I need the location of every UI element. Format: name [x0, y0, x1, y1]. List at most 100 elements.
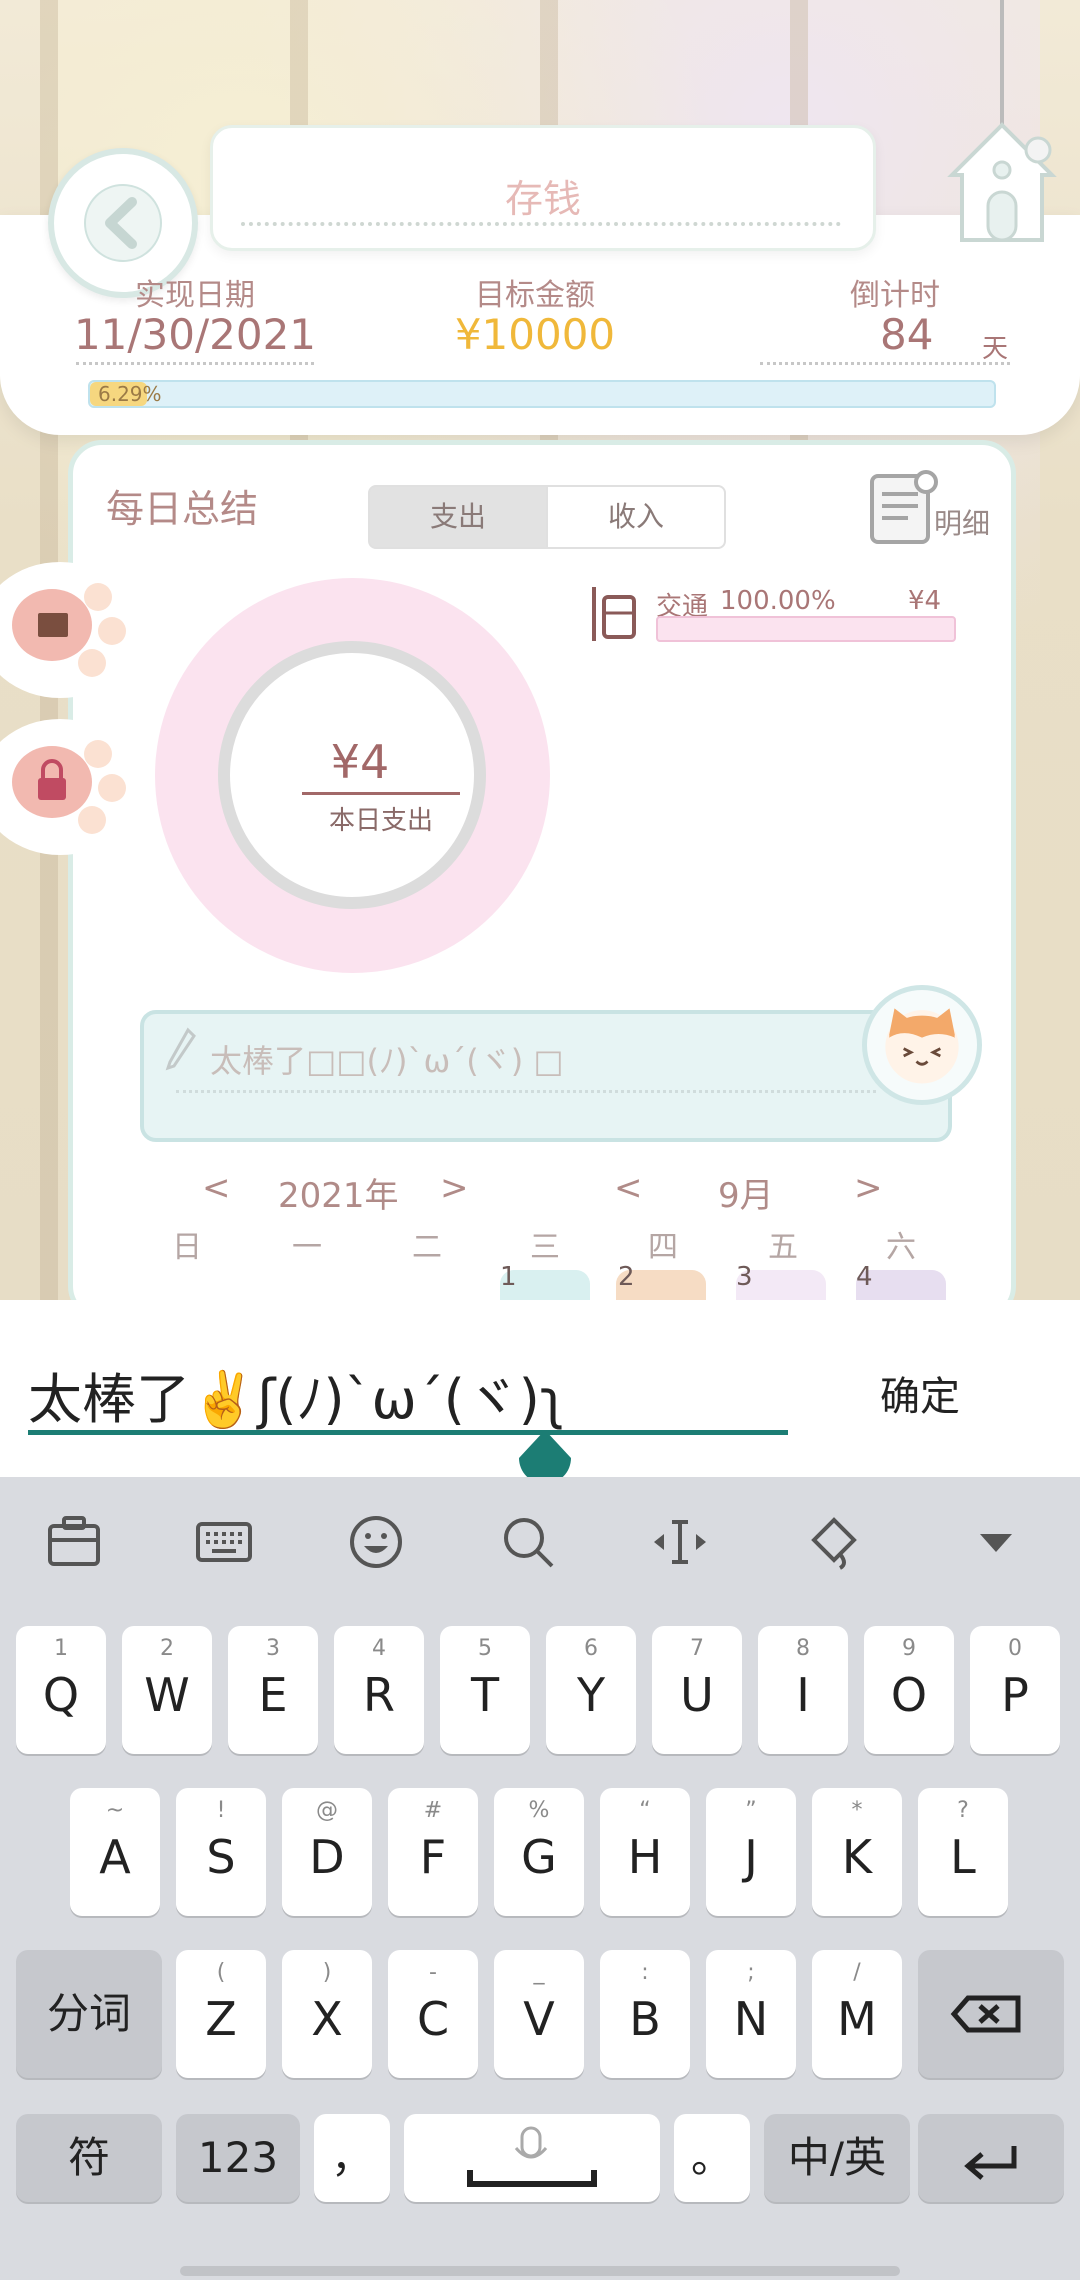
key-c[interactable]: -C	[388, 1950, 478, 2078]
comma-key[interactable]: ，	[314, 2114, 390, 2202]
key-hint: @	[316, 1798, 338, 1823]
key-j[interactable]: ” J	[706, 1788, 796, 1916]
key-i[interactable]: 8I	[758, 1626, 848, 1754]
collapse-icon[interactable]	[964, 1510, 1028, 1574]
number-key[interactable]: 123	[176, 2114, 300, 2202]
key-u[interactable]: 7U	[652, 1626, 742, 1754]
key-d[interactable]: @ D	[282, 1788, 372, 1916]
paw-lock-button[interactable]	[0, 712, 145, 857]
target-value: ¥10000	[454, 310, 616, 359]
key-b[interactable]: :B	[600, 1950, 690, 2078]
key-p[interactable]: 0P	[970, 1626, 1060, 1754]
segment-key[interactable]: 分词	[16, 1950, 162, 2078]
key-label: X	[311, 1992, 343, 2046]
day-number: 2	[618, 1262, 635, 1292]
period-key[interactable]: 。	[674, 2114, 750, 2202]
key-l[interactable]: ? L	[918, 1788, 1008, 1916]
key-label: D	[309, 1830, 345, 1884]
key-label: T	[470, 1668, 500, 1722]
key-hint: ;	[747, 1960, 755, 1985]
countdown-unit: 天	[982, 334, 1009, 364]
key-label: A	[99, 1830, 131, 1884]
year-label: 2021年	[278, 1176, 399, 1216]
key-hint: !	[216, 1798, 226, 1823]
weekday-fri: 五	[768, 1230, 798, 1265]
backspace-key[interactable]	[918, 1950, 1064, 2078]
enter-key[interactable]	[918, 2114, 1064, 2202]
key-hint: ”	[745, 1798, 757, 1823]
key-z[interactable]: (Z	[176, 1950, 266, 2078]
space-key[interactable]	[404, 2114, 660, 2202]
key-e[interactable]: 3E	[228, 1626, 318, 1754]
key-label: B	[629, 1992, 661, 2046]
key-f[interactable]: # F	[388, 1788, 478, 1916]
symbol-key[interactable]: 符	[16, 2114, 162, 2202]
skin-icon[interactable]	[800, 1510, 864, 1574]
emoji-icon[interactable]	[344, 1510, 408, 1574]
key-n[interactable]: ; N	[706, 1950, 796, 2078]
daily-total-amount: ¥4	[330, 735, 390, 789]
prev-year-button[interactable]: <	[202, 1168, 231, 1208]
key-label: K	[841, 1830, 873, 1884]
day-number: 3	[736, 1262, 753, 1292]
microphone-icon	[467, 2126, 597, 2187]
keyboard-icon[interactable]	[192, 1510, 256, 1574]
language-switch-key[interactable]: 中/英	[764, 2114, 910, 2202]
cursor-move-icon[interactable]	[648, 1510, 712, 1574]
note-input[interactable]: 太棒了✌️ʃ(ﾉ)`ω´(ヾ)ʅ	[28, 1355, 565, 1434]
key-hint: #	[423, 1798, 443, 1823]
pencil-icon	[165, 1027, 196, 1071]
key-g[interactable]: % G	[494, 1788, 584, 1916]
key-x[interactable]: ) X	[282, 1950, 372, 2078]
key-q[interactable]: 1Q	[16, 1626, 106, 1754]
paw-chart-button[interactable]	[0, 555, 145, 700]
key-label: Y	[576, 1668, 606, 1722]
day-number: 4	[856, 1262, 873, 1292]
search-icon[interactable]	[496, 1510, 560, 1574]
backspace-icon	[950, 1995, 1021, 2033]
key-a[interactable]: ~ A	[70, 1788, 160, 1916]
key-t[interactable]: 5T	[440, 1626, 530, 1754]
month-label: 9月	[718, 1176, 774, 1216]
key-label: M	[837, 1992, 877, 2046]
key-label: H	[627, 1830, 663, 1884]
page-title: 存钱	[504, 177, 581, 221]
key-m[interactable]: / M	[812, 1950, 902, 2078]
key-hint: 2	[160, 1636, 174, 1661]
key-y[interactable]: 6Y	[546, 1626, 636, 1754]
prev-month-button[interactable]: <	[614, 1168, 643, 1208]
tab-expense[interactable]: 支出	[368, 485, 548, 549]
next-year-button[interactable]: >	[440, 1168, 469, 1208]
cat-avatar[interactable]	[862, 985, 982, 1105]
key-h[interactable]: “H	[600, 1788, 690, 1916]
key-s[interactable]: ! S	[176, 1788, 266, 1916]
weekday-thu: 四	[648, 1230, 678, 1265]
key-label: G	[521, 1830, 557, 1884]
key-hint: :	[641, 1960, 649, 1985]
clipboard-icon[interactable]	[42, 1510, 106, 1574]
key-label: J	[744, 1830, 758, 1884]
key-hint: 7	[690, 1636, 704, 1661]
key-label: C	[416, 1992, 450, 2046]
key-o[interactable]: 9O	[864, 1626, 954, 1754]
key-hint: _	[533, 1960, 545, 1985]
key-k[interactable]: * K	[812, 1788, 902, 1916]
weekday-tue: 二	[412, 1230, 442, 1265]
target-label: 目标金额	[475, 278, 595, 313]
home-indicator[interactable]	[180, 2266, 900, 2276]
key-label: S	[206, 1830, 236, 1884]
key-label: W	[144, 1668, 190, 1722]
tab-income[interactable]: 收入	[546, 485, 726, 549]
house-settings-icon[interactable]	[942, 120, 1062, 260]
key-hint: *	[851, 1798, 863, 1823]
detail-button[interactable]: 明细	[934, 502, 990, 542]
key-label: Z	[205, 1992, 237, 2046]
key-hint: 9	[902, 1636, 916, 1661]
next-month-button[interactable]: >	[854, 1168, 883, 1208]
key-w[interactable]: 2W	[122, 1626, 212, 1754]
confirm-button[interactable]: 确定	[880, 1364, 960, 1422]
countdown-label: 倒计时	[850, 278, 940, 313]
countdown-divider	[760, 362, 1010, 365]
key-v[interactable]: _ V	[494, 1950, 584, 2078]
key-r[interactable]: 4R	[334, 1626, 424, 1754]
